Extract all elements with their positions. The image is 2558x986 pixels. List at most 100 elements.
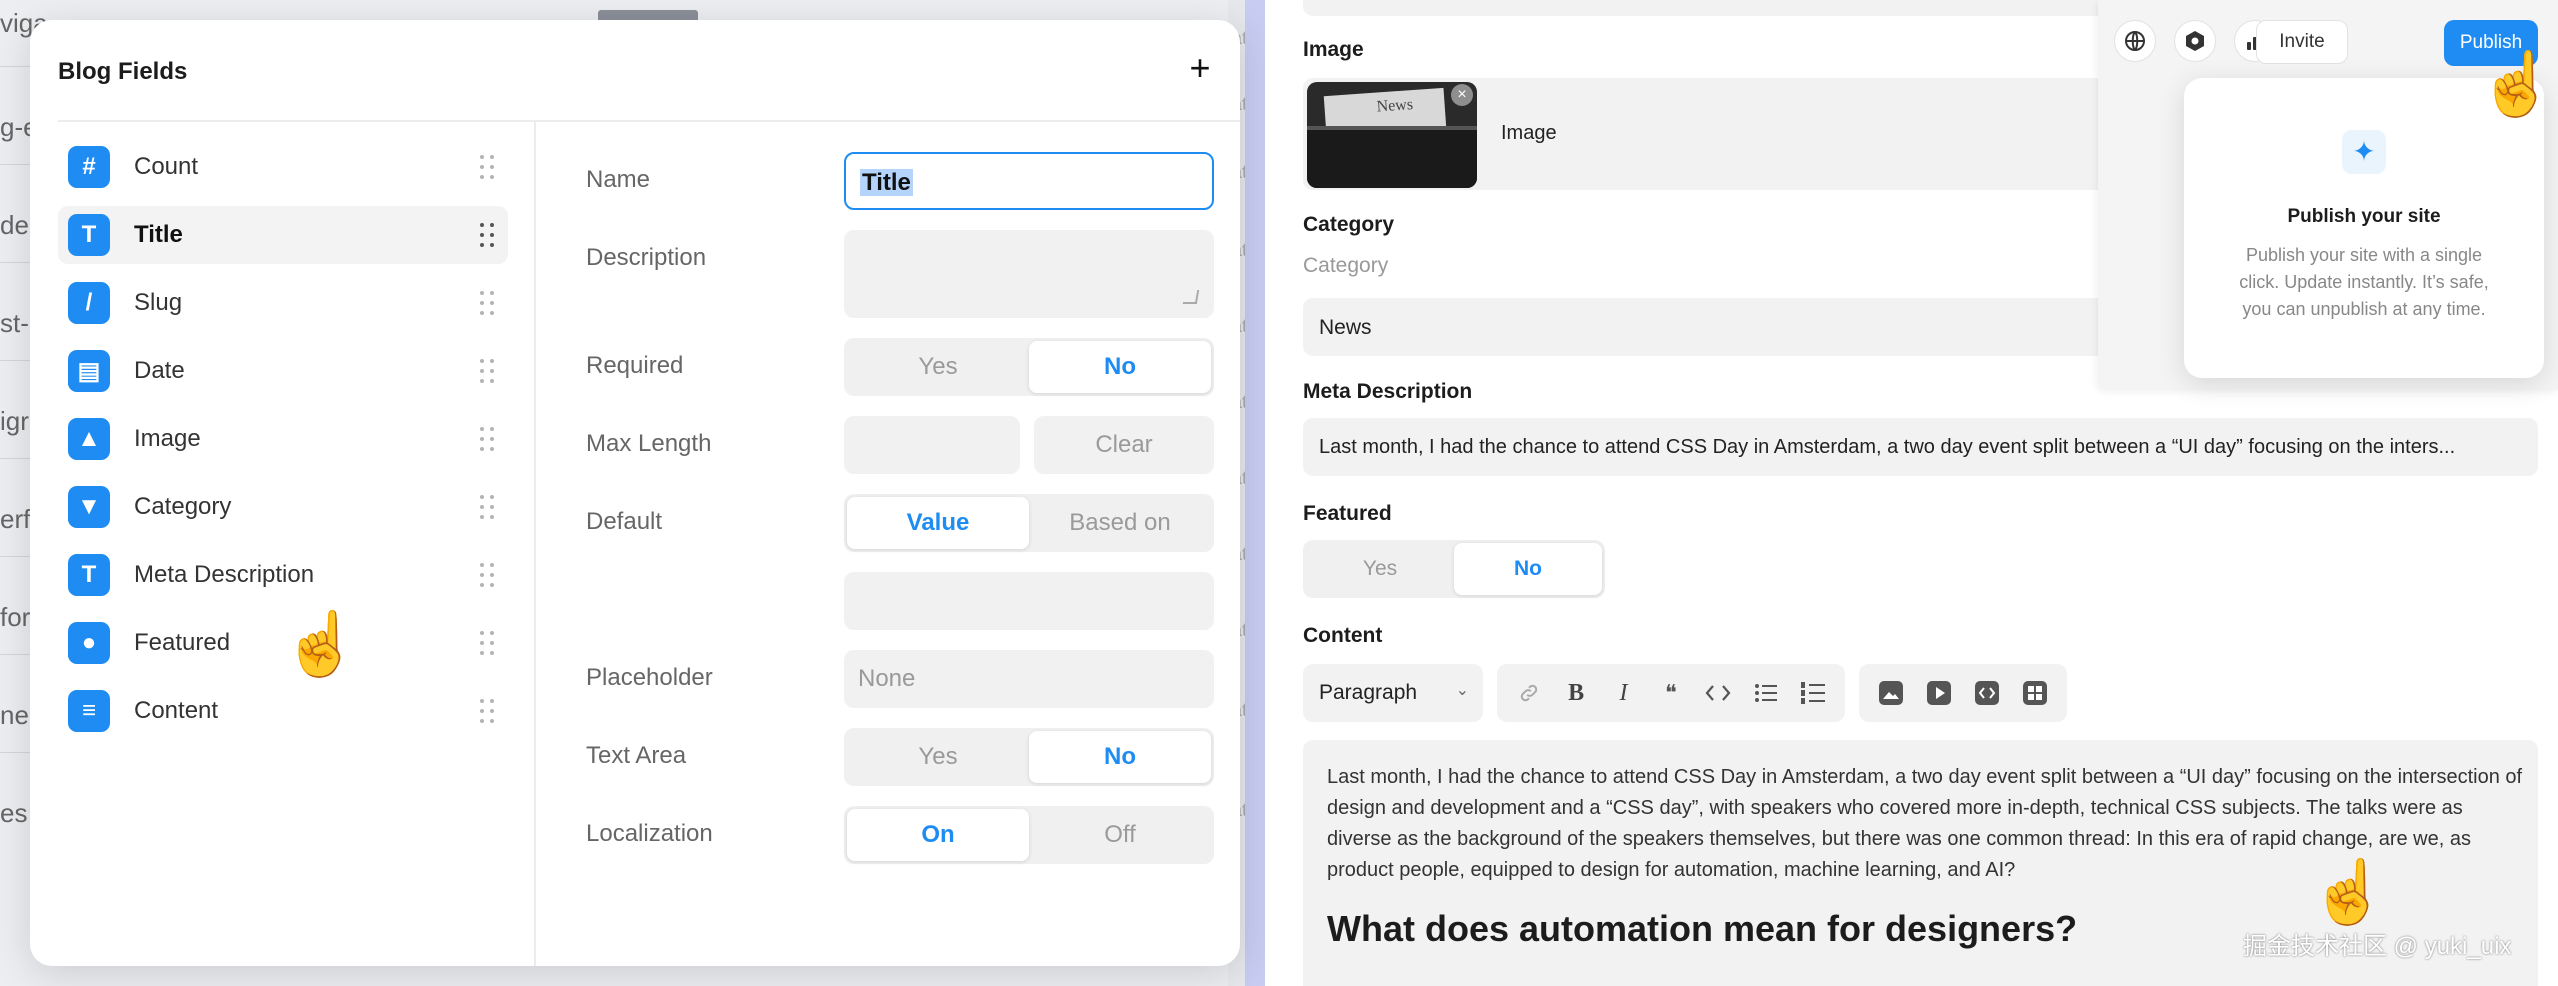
default-value-option[interactable]: Value	[847, 497, 1029, 549]
component-icon[interactable]	[2017, 675, 2053, 711]
field-item-slug[interactable]: / Slug	[58, 274, 508, 332]
drag-handle-icon[interactable]	[480, 291, 494, 315]
required-yes[interactable]: Yes	[847, 341, 1029, 393]
remove-image-icon[interactable]: ×	[1451, 84, 1473, 106]
background-text: erf	[0, 504, 31, 534]
code-icon[interactable]	[1700, 675, 1736, 711]
field-label: Meta Description	[134, 561, 315, 588]
clear-button[interactable]: Clear	[1034, 416, 1214, 474]
image-icon[interactable]	[1873, 675, 1909, 711]
divider	[534, 122, 536, 966]
drag-handle-icon[interactable]	[480, 631, 494, 655]
field-item-content[interactable]: ≡ Content	[58, 682, 508, 740]
globe-icon[interactable]	[2114, 20, 2156, 62]
drag-handle-icon[interactable]	[480, 359, 494, 383]
popover-title: Publish your site	[2287, 206, 2441, 227]
embed-icon[interactable]	[1969, 675, 2005, 711]
hash-icon: #	[68, 146, 110, 188]
slash-icon: /	[68, 282, 110, 324]
drag-handle-icon[interactable]	[480, 699, 494, 723]
localization-off[interactable]: Off	[1029, 809, 1211, 861]
field-item-meta-description[interactable]: T Meta Description	[58, 546, 508, 604]
default-based-on-option[interactable]: Based on	[1029, 497, 1211, 549]
description-label: Description	[586, 244, 707, 271]
text-area-label: Text Area	[586, 742, 687, 769]
thumbnail-typewriter	[1307, 126, 1477, 188]
field-label: Count	[134, 153, 199, 180]
hand-cursor-icon: ☝	[281, 610, 360, 679]
default-label: Default	[586, 508, 663, 535]
background-text: for	[0, 602, 31, 632]
publish-popover: ✦ Publish your site Publish your site wi…	[2184, 78, 2544, 378]
media-toolbar	[1859, 664, 2067, 722]
toggle-icon: ●	[68, 622, 110, 664]
field-label: Image	[134, 425, 201, 452]
field-label: Slug	[134, 289, 183, 316]
paragraph-style-select[interactable]: Paragraph ⌄	[1303, 664, 1483, 722]
text-area-no[interactable]: No	[1029, 731, 1211, 783]
invite-button[interactable]: Invite	[2256, 20, 2348, 64]
required-no[interactable]: No	[1029, 341, 1211, 393]
field-item-date[interactable]: ▤ Date	[58, 342, 508, 400]
field-item-image[interactable]: ▲ Image	[58, 410, 508, 468]
max-length-label: Max Length	[586, 430, 712, 457]
localization-label: Localization	[586, 820, 713, 847]
hand-cursor-icon: ☝	[2477, 50, 2556, 119]
field-label: Date	[134, 357, 185, 384]
field-item-category[interactable]: ▼ Category	[58, 478, 508, 536]
bold-icon[interactable]: B	[1558, 675, 1594, 711]
default-value-input[interactable]	[844, 572, 1214, 630]
category-label: Category	[1303, 213, 1395, 236]
split-divider[interactable]	[1245, 0, 1265, 986]
sparkle-icon: ✦	[2342, 130, 2386, 174]
numbered-list-icon[interactable]	[1795, 675, 1831, 711]
localization-toggle: On Off	[844, 806, 1214, 864]
default-toggle: Value Based on	[844, 494, 1214, 552]
featured-yes[interactable]: Yes	[1306, 543, 1454, 595]
field-label: Content	[134, 697, 219, 724]
background-text: es	[0, 798, 28, 828]
localization-on[interactable]: On	[847, 809, 1029, 861]
drag-handle-icon[interactable]	[480, 427, 494, 451]
italic-icon[interactable]: I	[1606, 675, 1642, 711]
modal-title: Blog Fields	[58, 58, 188, 85]
required-label: Required	[586, 352, 684, 379]
featured-label: Featured	[1303, 502, 1392, 525]
resize-handle-icon[interactable]	[1182, 290, 1200, 304]
text-icon: T	[68, 554, 110, 596]
link-icon[interactable]	[1511, 675, 1547, 711]
field-label: Category	[134, 493, 232, 520]
category-value: News	[1319, 316, 1372, 339]
field-item-count[interactable]: # Count	[58, 138, 508, 196]
background-text: st-	[0, 308, 29, 338]
drag-handle-icon[interactable]	[480, 155, 494, 179]
quote-icon[interactable]: ❝	[1653, 675, 1689, 711]
text-area-yes[interactable]: Yes	[847, 731, 1029, 783]
placeholder-label: Placeholder	[586, 664, 713, 691]
field-item-title[interactable]: T Title	[58, 206, 508, 264]
watermark: 掘金技术社区 @ yuki_uix	[2243, 933, 2512, 960]
placeholder-input[interactable]: None	[844, 650, 1214, 708]
featured-no[interactable]: No	[1454, 543, 1602, 595]
drag-handle-icon[interactable]	[480, 495, 494, 519]
meta-description-label: Meta Description	[1303, 380, 1473, 403]
calendar-icon: ▤	[68, 350, 110, 392]
hand-cursor-icon: ☝	[2309, 858, 2388, 927]
meta-description-value: Last month, I had the chance to attend C…	[1319, 436, 2456, 458]
required-toggle: Yes No	[844, 338, 1214, 396]
category-sublabel: Category	[1303, 254, 1389, 277]
name-input[interactable]: Title	[844, 152, 1214, 210]
drag-handle-icon[interactable]	[480, 563, 494, 587]
settings-hexagon-icon[interactable]	[2174, 20, 2216, 62]
dropdown-icon: ▼	[68, 486, 110, 528]
video-icon[interactable]	[1921, 675, 1957, 711]
description-textarea[interactable]	[844, 230, 1214, 318]
max-length-input[interactable]	[844, 416, 1020, 474]
drag-handle-icon[interactable]	[480, 223, 494, 247]
field-settings: Name Title Description Required Yes No M…	[586, 20, 1240, 966]
paragraph-style-value: Paragraph	[1319, 681, 1418, 704]
image-label: Image	[1303, 38, 1364, 61]
popover-body: Publish your site with a single click. U…	[2239, 245, 2489, 319]
text-icon: T	[68, 214, 110, 256]
bullet-list-icon[interactable]	[1748, 675, 1784, 711]
